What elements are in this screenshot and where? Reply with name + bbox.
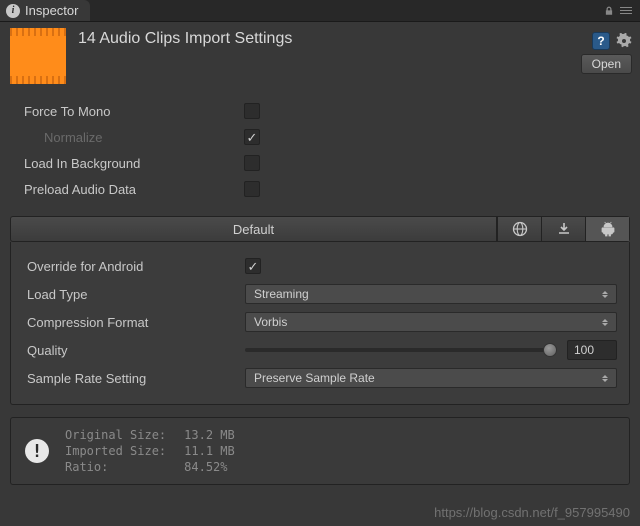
load-in-background-checkbox[interactable] [244, 155, 260, 171]
slider-thumb[interactable] [543, 343, 557, 357]
platform-panel: Override for Android Load Type Streaming… [10, 242, 630, 405]
sample-rate-row: Sample Rate Setting Preserve Sample Rate [27, 364, 617, 392]
warning-icon: ! [25, 439, 49, 463]
load-in-background-row: Load In Background [24, 150, 622, 176]
override-checkbox[interactable] [245, 258, 261, 274]
override-label: Override for Android [27, 259, 237, 274]
override-row: Override for Android [27, 252, 617, 280]
globe-icon [512, 221, 528, 237]
help-icon[interactable]: ? [592, 32, 610, 50]
import-info-box: ! Original Size: Imported Size: Ratio: 1… [10, 417, 630, 485]
compression-select[interactable]: Vorbis [245, 312, 617, 332]
load-type-row: Load Type Streaming [27, 280, 617, 308]
open-button[interactable]: Open [581, 54, 632, 74]
original-size-value: 13.2 MB [184, 428, 235, 442]
sample-rate-value: Preserve Sample Rate [254, 371, 375, 385]
force-to-mono-row: Force To Mono [24, 98, 622, 124]
preload-audio-data-row: Preload Audio Data [24, 176, 622, 202]
quality-value-field[interactable]: 100 [567, 340, 617, 360]
ratio-label: Ratio: [65, 460, 166, 474]
tab-label: Inspector [25, 3, 78, 18]
download-icon [556, 221, 572, 237]
compression-row: Compression Format Vorbis [27, 308, 617, 336]
force-to-mono-checkbox[interactable] [244, 103, 260, 119]
tab-webgl[interactable] [497, 217, 541, 241]
quality-slider[interactable] [245, 348, 557, 352]
load-in-background-label: Load In Background [24, 156, 244, 171]
page-title: 14 Audio Clips Import Settings [78, 28, 292, 48]
android-icon [600, 221, 616, 237]
normalize-label: Normalize [44, 130, 244, 145]
compression-label: Compression Format [27, 315, 237, 330]
preload-audio-data-label: Preload Audio Data [24, 182, 244, 197]
imported-size-value: 11.1 MB [184, 444, 235, 458]
platform-tabs: Default [10, 216, 630, 242]
general-settings: Force To Mono Normalize Load In Backgrou… [0, 88, 640, 210]
compression-value: Vorbis [254, 315, 287, 329]
updown-icon [602, 319, 608, 326]
imported-size-label: Imported Size: [65, 444, 166, 458]
gear-icon[interactable] [616, 33, 632, 49]
inspector-tab-bar: i Inspector [0, 0, 640, 22]
updown-icon [602, 291, 608, 298]
preload-audio-data-checkbox[interactable] [244, 181, 260, 197]
ratio-value: 84.52% [184, 460, 235, 474]
load-type-select[interactable]: Streaming [245, 284, 617, 304]
tab-standalone[interactable] [541, 217, 585, 241]
normalize-row: Normalize [24, 124, 622, 150]
context-menu-icon[interactable] [620, 7, 632, 14]
lock-icon[interactable] [604, 6, 614, 16]
sample-rate-label: Sample Rate Setting [27, 371, 237, 386]
tab-android[interactable] [585, 217, 629, 241]
updown-icon [602, 375, 608, 382]
quality-label: Quality [27, 343, 237, 358]
load-type-value: Streaming [254, 287, 309, 301]
force-to-mono-label: Force To Mono [24, 104, 244, 119]
inspector-tab[interactable]: i Inspector [0, 0, 90, 21]
header: 14 Audio Clips Import Settings ? Open [0, 22, 640, 88]
quality-row: Quality 100 [27, 336, 617, 364]
load-type-label: Load Type [27, 287, 237, 302]
info-icon: i [6, 4, 20, 18]
original-size-label: Original Size: [65, 428, 166, 442]
normalize-checkbox[interactable] [244, 129, 260, 145]
tab-default[interactable]: Default [11, 217, 497, 241]
watermark: https://blog.csdn.net/f_957995490 [434, 505, 630, 520]
sample-rate-select[interactable]: Preserve Sample Rate [245, 368, 617, 388]
audio-asset-icon [10, 28, 66, 84]
